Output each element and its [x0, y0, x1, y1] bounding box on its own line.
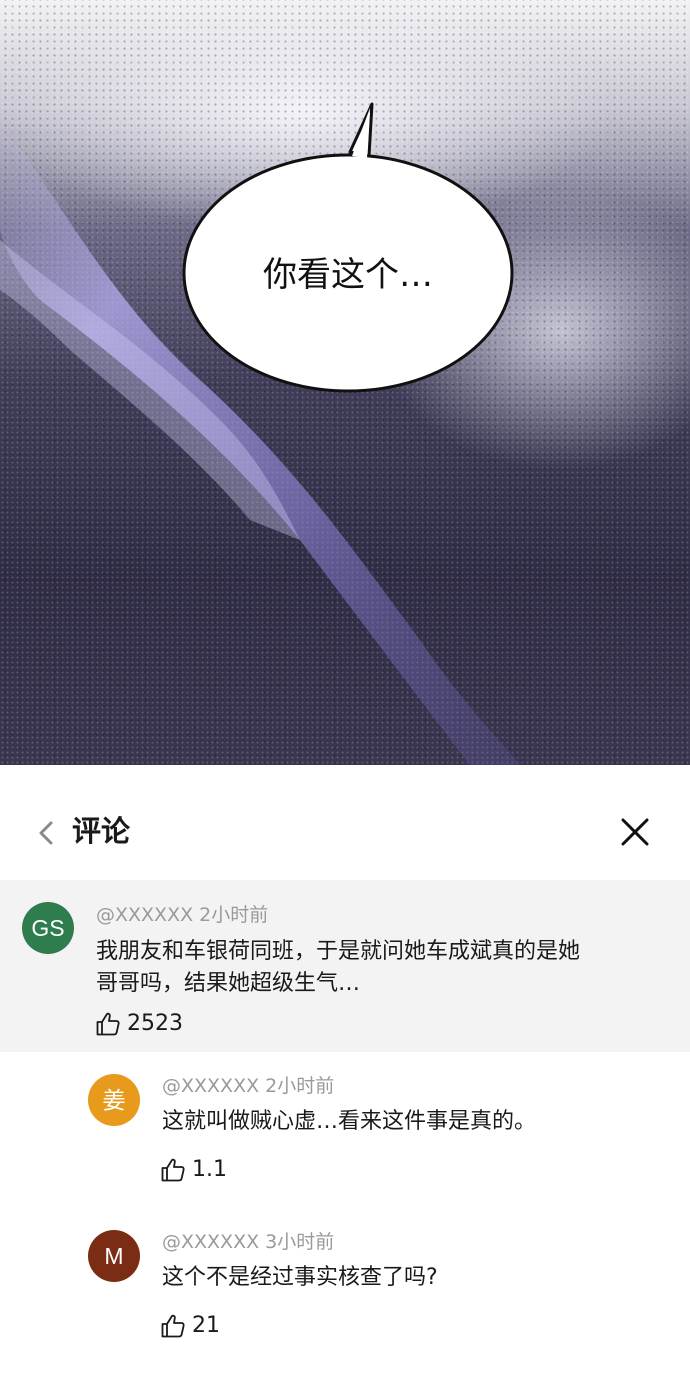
thumbs-up-icon [161, 1314, 185, 1338]
reply-meta: @XXXXXX 2小时前 [162, 1074, 334, 1098]
comment-time: 2小时前 [199, 904, 269, 926]
chevron-left-icon[interactable] [36, 820, 56, 846]
reply-item: 姜 @XXXXXX 2小时前 这就叫做贼心虚…看来这件事是真的。 1.1 [0, 1052, 690, 1212]
comment-text-line: 哥哥吗，结果她超级生气… [96, 971, 361, 996]
comment-meta: @XXXXXX 2小时前 [96, 903, 268, 927]
avatar[interactable]: M [88, 1230, 140, 1282]
comment-item: GS @XXXXXX 2小时前 我朋友和车银荷同班，于是就问她车成斌真的是她 哥… [0, 880, 690, 1052]
reply-username[interactable]: @XXXXXX [162, 1075, 259, 1097]
comment-text: 我朋友和车银荷同班，于是就问她车成斌真的是她 哥哥吗，结果她超级生气… [96, 936, 580, 1000]
comic-panel-art: 你看这个… [0, 0, 690, 765]
reply-text: 这就叫做贼心虚…看来这件事是真的。 [162, 1109, 537, 1134]
close-icon[interactable] [620, 817, 650, 847]
comments-panel: 评论 GS @XXXXXX 2小时前 我朋友和车银荷同班，于是就问她车成斌真的是… [0, 765, 690, 1395]
thumbs-up-icon [96, 1012, 120, 1036]
like-count: 2523 [127, 1011, 183, 1036]
thumbs-up-icon [161, 1158, 185, 1182]
like-button[interactable]: 1.1 [160, 1156, 227, 1184]
reply-username[interactable]: @XXXXXX [162, 1231, 259, 1253]
reply-time: 3小时前 [265, 1231, 335, 1253]
panel-header: 评论 [0, 765, 690, 880]
like-count: 1.1 [192, 1157, 227, 1182]
reply-text: 这个不是经过事实核查了吗? [162, 1265, 438, 1290]
like-button[interactable]: 21 [160, 1312, 220, 1340]
comment-text-line: 我朋友和车银荷同班，于是就问她车成斌真的是她 [96, 939, 581, 964]
reply-meta: @XXXXXX 3小时前 [162, 1230, 334, 1254]
avatar[interactable]: GS [22, 902, 74, 954]
like-count: 21 [192, 1313, 220, 1338]
comment-username[interactable]: @XXXXXX [96, 904, 193, 926]
reply-item: M @XXXXXX 3小时前 这个不是经过事实核查了吗? 21 [0, 1208, 690, 1368]
like-button[interactable]: 2523 [95, 1010, 183, 1038]
art-overlay: 你看这个… [0, 102, 520, 765]
speech-bubble-text: 你看这个… [263, 255, 433, 295]
speech-bubble: 你看这个… [182, 102, 514, 393]
panel-title: 评论 [72, 814, 131, 848]
avatar[interactable]: 姜 [88, 1074, 140, 1126]
reply-time: 2小时前 [265, 1075, 335, 1097]
